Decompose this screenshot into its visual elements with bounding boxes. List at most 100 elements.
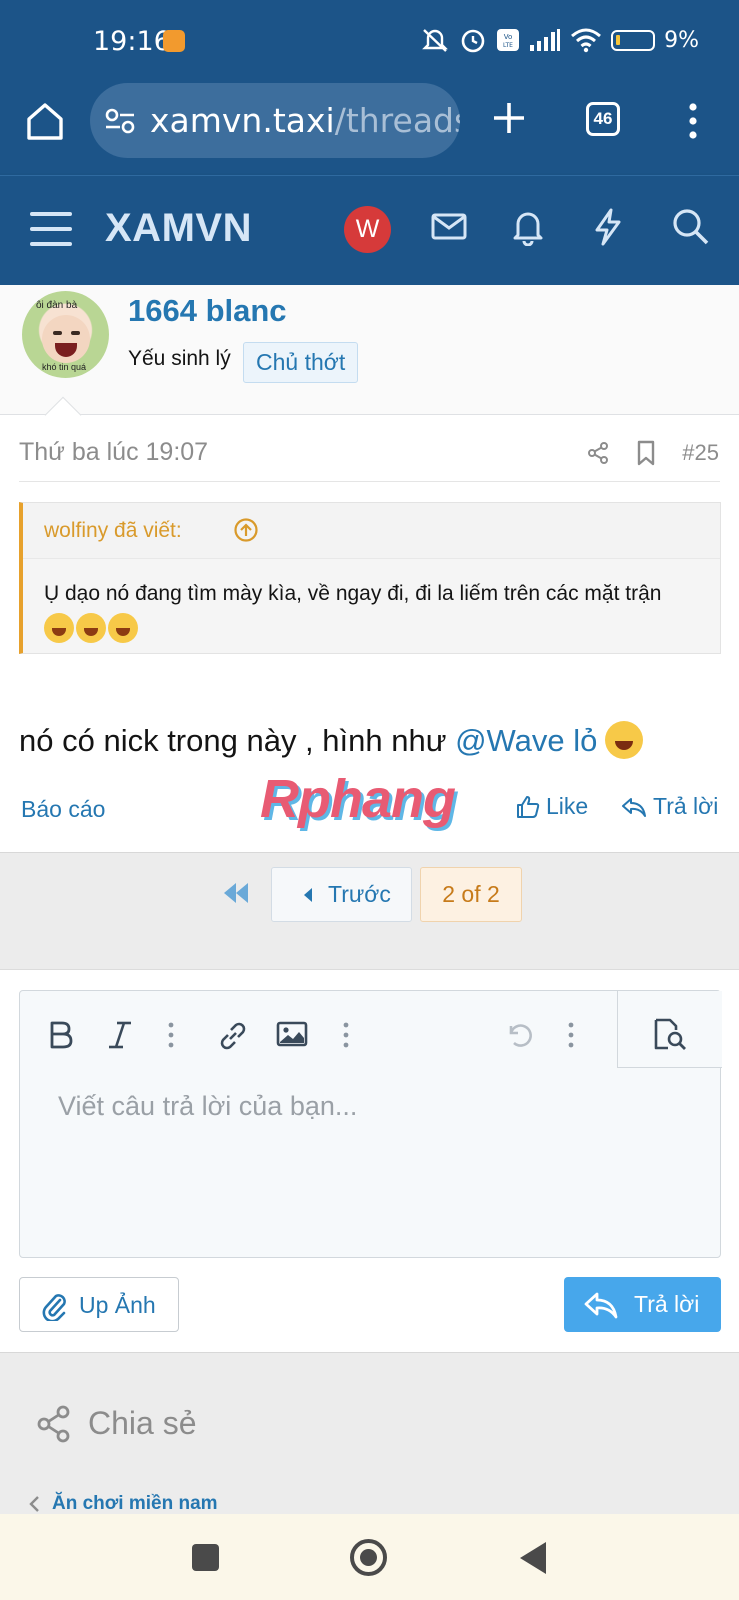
more-options-icon[interactable]: [342, 1020, 350, 1050]
breadcrumb-link[interactable]: Ăn chơi miền nam: [52, 1493, 218, 1515]
home-icon[interactable]: [22, 98, 68, 144]
site-logo[interactable]: XAMVN: [105, 206, 252, 251]
recents-button[interactable]: [192, 1544, 219, 1571]
share-icon[interactable]: [586, 441, 610, 465]
post-user-header: ôi đàn bà khó tin quá 1664 blanc Yếu sin…: [0, 285, 739, 415]
thumbs-up-icon: [517, 795, 540, 818]
signal-icon: [530, 29, 561, 51]
user-avatar[interactable]: ôi đàn bà khó tin quá: [22, 291, 109, 378]
post-body: nó có nick trong này , hình như @Wave lỏ: [19, 721, 644, 759]
mute-icon: [422, 29, 448, 52]
reply-icon: [584, 1292, 618, 1319]
chevron-left-icon: [29, 1496, 39, 1512]
menu-icon[interactable]: [30, 210, 72, 248]
post-timestamp[interactable]: Thứ ba lúc 19:07: [19, 438, 208, 467]
image-icon[interactable]: [276, 1020, 308, 1048]
link-icon[interactable]: [217, 1020, 249, 1052]
like-label: Like: [546, 793, 589, 819]
back-button[interactable]: [520, 1542, 546, 1574]
more-options-icon[interactable]: [567, 1020, 575, 1050]
upload-image-label: Up Ảnh: [79, 1292, 156, 1318]
post-number[interactable]: #25: [682, 440, 719, 466]
address-bar[interactable]: xamvn.taxi/threads: [90, 83, 460, 158]
breadcrumb[interactable]: Ăn chơi miền nam: [28, 1493, 218, 1515]
tab-switcher-button[interactable]: 46: [586, 102, 620, 136]
current-page-indicator[interactable]: 2 of 2: [420, 867, 522, 922]
reply-editor[interactable]: Viết câu trả lời của bạn...: [19, 990, 722, 1258]
share-label: Chia sẻ: [88, 1405, 197, 1441]
lightning-icon[interactable]: [592, 208, 624, 246]
quote-text: Ụ dạo nó đang tìm mày kìa, về ngay đi, đ…: [44, 575, 694, 649]
rofl-emoji-icon: [44, 613, 74, 643]
avatar-eye: [71, 331, 80, 335]
previous-page-label: Trước: [328, 881, 391, 907]
laughing-emoji-icon: [605, 721, 644, 759]
caret-left-icon: [304, 888, 312, 902]
reply-button[interactable]: Trả lời: [621, 793, 718, 820]
report-link[interactable]: Báo cáo: [21, 796, 105, 823]
italic-icon[interactable]: [107, 1020, 133, 1050]
post-reply-label: Trả lời: [634, 1291, 700, 1317]
browser-menu-icon[interactable]: [686, 101, 700, 141]
user-title: Yếu sinh lý: [128, 347, 231, 370]
pagination: Trước 2 of 2: [0, 852, 739, 970]
url-path: /threads: [334, 101, 460, 140]
battery-icon: [611, 29, 656, 51]
account-avatar[interactable]: W: [344, 206, 391, 253]
username[interactable]: 1664 blanc: [128, 293, 287, 329]
preview-icon: [654, 1018, 686, 1050]
watermark-logo: Rphang: [260, 769, 456, 829]
url-host: xamvn.taxi: [150, 101, 335, 140]
new-tab-icon[interactable]: [489, 98, 529, 138]
divider: [19, 481, 720, 482]
site-settings-icon[interactable]: [104, 107, 136, 135]
site-header: XAMVN W: [0, 175, 739, 285]
like-button[interactable]: Like: [516, 793, 588, 820]
undo-icon[interactable]: [503, 1020, 535, 1052]
status-time: 19:16: [93, 26, 171, 57]
bookmark-icon[interactable]: [636, 440, 656, 466]
preview-toggle[interactable]: [617, 991, 722, 1068]
paperclip-icon: [42, 1294, 66, 1321]
quote-header: wolfiny đã viết:: [23, 503, 720, 559]
rofl-emoji-icon: [76, 613, 106, 643]
quote-body-text: Ụ dạo nó đang tìm mày kìa, về ngay đi, đ…: [44, 582, 662, 605]
quote-author[interactable]: wolfiny đã viết:: [44, 519, 182, 543]
first-page-icon[interactable]: [222, 881, 250, 905]
avatar-eye: [53, 331, 62, 335]
reply-label: Trả lời: [653, 793, 719, 819]
inbox-icon[interactable]: [431, 208, 467, 244]
alarm-icon: [461, 29, 485, 53]
quote-block: wolfiny đã viết: Ụ dạo nó đang tìm mày k…: [19, 502, 721, 654]
system-navigation-bar: [0, 1514, 739, 1600]
bell-icon[interactable]: [510, 208, 546, 246]
jump-to-quote-icon[interactable]: [233, 517, 259, 543]
post-reply-button[interactable]: Trả lời: [564, 1277, 721, 1332]
editor-placeholder: Viết câu trả lời của bạn...: [58, 1091, 358, 1121]
avatar-caption-top: ôi đàn bà: [36, 300, 78, 311]
share-section: Chia sẻ Ăn chơi miền nam: [0, 1352, 739, 1514]
upload-image-button[interactable]: Up Ảnh: [19, 1277, 179, 1332]
user-mention[interactable]: @Wave lỏ: [455, 723, 597, 758]
more-options-icon[interactable]: [167, 1020, 175, 1050]
share-icon[interactable]: [36, 1405, 72, 1443]
rofl-emoji-icon: [108, 613, 138, 643]
wifi-icon: [571, 28, 602, 53]
home-button[interactable]: [350, 1539, 387, 1576]
svg-text:Vo: Vo: [504, 33, 513, 41]
notification-app-icon: [163, 30, 185, 52]
previous-page-button[interactable]: Trước: [271, 867, 412, 922]
svg-text:LTE: LTE: [503, 42, 513, 49]
browser-toolbar: xamvn.taxi/threads 46: [0, 76, 739, 175]
status-icons: Vo LTE 9%: [420, 26, 699, 54]
search-icon[interactable]: [672, 208, 710, 246]
post-body-text: nó có nick trong này , hình như: [19, 723, 456, 758]
bold-icon[interactable]: [48, 1020, 74, 1050]
thread-starter-badge: Chủ thớt: [243, 342, 359, 383]
reply-icon: [622, 797, 646, 817]
avatar-caption-bottom: khó tin quá: [42, 362, 87, 372]
post-meta-actions: #25: [586, 440, 719, 466]
battery-percent: 9%: [664, 27, 699, 53]
status-bar: 19:16 Vo LTE 9%: [0, 0, 739, 76]
url-text: xamvn.taxi/threads: [150, 101, 460, 140]
